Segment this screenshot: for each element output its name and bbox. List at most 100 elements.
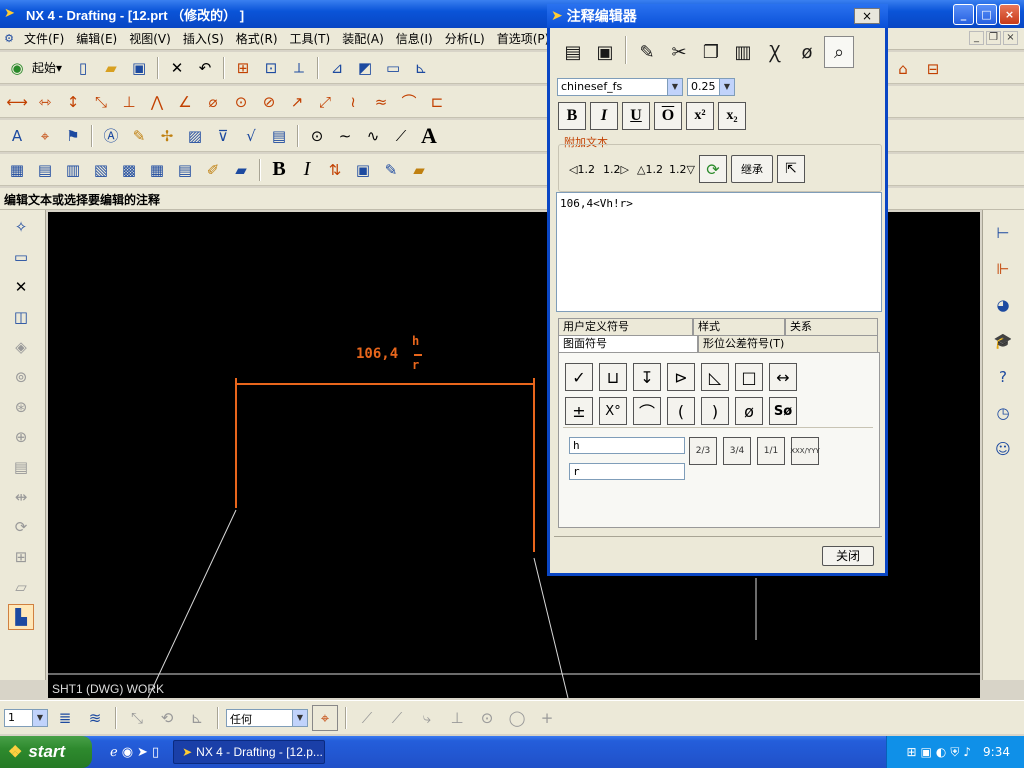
tray-monitor-icon[interactable]: ▣ — [921, 745, 932, 759]
font-select[interactable]: chinesef_fs ▼ — [557, 78, 683, 96]
projected-view-icon[interactable]: ◈ — [8, 334, 34, 360]
view-boundary-icon[interactable]: ▱ — [8, 574, 34, 600]
detail-view-icon[interactable]: ⊚ — [8, 364, 34, 390]
new-file-icon[interactable]: ▯ — [70, 55, 96, 81]
horizontal-dim-icon[interactable]: ⇿ — [32, 89, 58, 115]
sym-slope-icon[interactable]: ◺ — [701, 363, 729, 391]
annotation-editor-active-icon[interactable]: ▙ — [8, 604, 34, 630]
new-sheet-icon[interactable]: ✧ — [8, 214, 34, 240]
ruler-icon[interactable]: ⊾ — [408, 55, 434, 81]
ordinate-dim-icon[interactable]: ⊏ — [424, 89, 450, 115]
point-icon[interactable]: ⊙ — [304, 123, 330, 149]
sym-sphere-diameter-icon[interactable]: Sø — [769, 397, 797, 425]
sym-right-paren-icon[interactable]: ) — [701, 397, 729, 425]
view-layout-icon[interactable]: ⊟ — [920, 56, 946, 82]
edit-curve-icon[interactable]: ⟋ — [388, 123, 414, 149]
fcf-icon[interactable]: ⌖ — [32, 123, 58, 149]
radius-dim-icon[interactable]: ↗ — [284, 89, 310, 115]
break-view-icon[interactable]: ⇹ — [8, 484, 34, 510]
clear-text-icon[interactable]: Ꭓ — [760, 36, 790, 68]
sym-arrow-icon[interactable]: ↔ — [769, 363, 797, 391]
sym-degree-icon[interactable]: X° — [599, 397, 627, 425]
wcs-origin-icon[interactable]: ⤡ — [124, 705, 150, 731]
text-below-button[interactable]: 1.2▽ — [665, 155, 699, 183]
sym-left-paren-icon[interactable]: ( — [667, 397, 695, 425]
inferred-dim-icon[interactable]: ⟷ — [4, 89, 30, 115]
chamfer-dim-icon[interactable]: ⋀ — [144, 89, 170, 115]
dlg-italic-button[interactable]: I — [590, 102, 618, 130]
sym-square-icon[interactable]: □ — [735, 363, 763, 391]
menu-format[interactable]: 格式(R) — [230, 30, 284, 47]
part-navigator-icon[interactable]: ⊩ — [990, 256, 1016, 282]
diameter-dim-icon[interactable]: ⊘ — [256, 89, 282, 115]
spline-icon[interactable]: ∼ — [332, 123, 358, 149]
weld-icon[interactable]: ⊽ — [210, 123, 236, 149]
table-insert-icon[interactable]: ▤ — [172, 157, 198, 183]
section-icon[interactable]: ◩ — [352, 55, 378, 81]
menu-tools[interactable]: 工具(T) — [284, 30, 337, 47]
tab-drafting-symbols[interactable]: 图面符号 — [558, 335, 698, 352]
table-icon[interactable]: ▦ — [4, 157, 30, 183]
minimize-button[interactable]: _ — [953, 4, 974, 25]
update-view-icon[interactable]: ⟳ — [8, 514, 34, 540]
tray-volume-icon[interactable]: ♪ — [963, 745, 971, 759]
size-select[interactable]: 0.25 ▼ — [687, 78, 735, 96]
revolved-section-icon[interactable]: ⊕ — [8, 424, 34, 450]
fraction-1-1-button[interactable]: 1/1 — [757, 437, 785, 465]
fit-view-icon[interactable]: ⊞ — [230, 55, 256, 81]
maximize-button[interactable]: □ — [976, 4, 997, 25]
user-symbol-icon[interactable]: ✎ — [126, 123, 152, 149]
sym-diameter-icon[interactable]: ø — [735, 397, 763, 425]
tab-gdt-symbols[interactable]: 形位公差符号(T) — [698, 335, 878, 352]
open-sheet-icon[interactable]: ▭ — [8, 244, 34, 270]
web-browser-icon[interactable]: ◕ — [990, 292, 1016, 318]
wcs-icon[interactable]: ⟂ — [286, 55, 312, 81]
sym-arc-icon[interactable]: ⌒ — [633, 397, 661, 425]
centerline-icon[interactable]: ✢ — [154, 123, 180, 149]
paste-icon[interactable]: ▥ — [728, 36, 758, 68]
help-icon[interactable]: ? — [990, 364, 1016, 390]
id-symbol-icon[interactable]: Ⓐ — [98, 123, 124, 149]
calc-icon[interactable]: ▯ — [152, 745, 159, 760]
media-icon[interactable]: ◉ — [122, 745, 133, 760]
align-view-icon[interactable]: ⊞ — [8, 544, 34, 570]
sym-countersink-icon[interactable]: ✓ — [565, 363, 593, 391]
tab-relation[interactable]: 关系 — [785, 318, 878, 335]
snap-point-icon[interactable]: ⌖ — [312, 704, 338, 731]
save-icon[interactable]: ▣ — [126, 55, 152, 81]
snap-endpoint-icon[interactable]: ⟋ — [354, 705, 380, 731]
mdi-minimize-button[interactable]: _ — [969, 31, 984, 45]
close-button[interactable]: × — [999, 4, 1020, 25]
text-before-button[interactable]: ◁1.2 — [565, 155, 599, 183]
menu-info[interactable]: 信息(I) — [390, 30, 439, 47]
dialog-close-button[interactable]: 关闭 — [822, 546, 874, 566]
thickness-dim-icon[interactable]: ≈ — [368, 89, 394, 115]
polyline-icon[interactable]: ∿ — [360, 123, 386, 149]
wcs-rotate-icon[interactable]: ⟲ — [154, 705, 180, 731]
snap-control-icon[interactable]: ⤷ — [414, 705, 440, 731]
angular-dim-icon[interactable]: ∠ — [172, 89, 198, 115]
section-view-icon[interactable]: ⊛ — [8, 394, 34, 420]
tray-shield-icon[interactable]: ⛨ — [950, 745, 959, 760]
surface-finish-icon[interactable]: √ — [238, 123, 264, 149]
delete-sheet-icon[interactable]: ✕ — [8, 274, 34, 300]
snap-center-icon[interactable]: ⊙ — [474, 705, 500, 731]
folded-radius-icon[interactable]: ≀ — [340, 89, 366, 115]
drafting-frame-icon[interactable]: ⌂ — [890, 56, 916, 82]
datum-icon[interactable]: ⚑ — [60, 123, 86, 149]
dlg-underline-button[interactable]: U — [622, 102, 650, 130]
hole-dim-icon[interactable]: ⊙ — [228, 89, 254, 115]
type-filter-select[interactable]: 任何 ▼ — [226, 708, 308, 727]
edit-text-icon[interactable]: ✎ — [632, 36, 662, 68]
note-icon[interactable]: A — [4, 123, 30, 149]
history-icon[interactable]: ◷ — [990, 400, 1016, 426]
mdi-restore-button[interactable]: ❐ — [986, 31, 1001, 45]
insert-file-icon[interactable]: ▤ — [558, 36, 588, 68]
italic-button[interactable]: I — [294, 157, 320, 183]
hatch-icon[interactable]: ▨ — [182, 123, 208, 149]
inherit-button[interactable]: 继承 — [731, 155, 773, 183]
text-a-icon[interactable]: A — [416, 123, 442, 149]
preview-icon[interactable]: ⌕ — [824, 36, 854, 68]
sym-plusminus-icon[interactable]: ± — [565, 397, 593, 425]
perpendicular-dim-icon[interactable]: ⊥ — [116, 89, 142, 115]
